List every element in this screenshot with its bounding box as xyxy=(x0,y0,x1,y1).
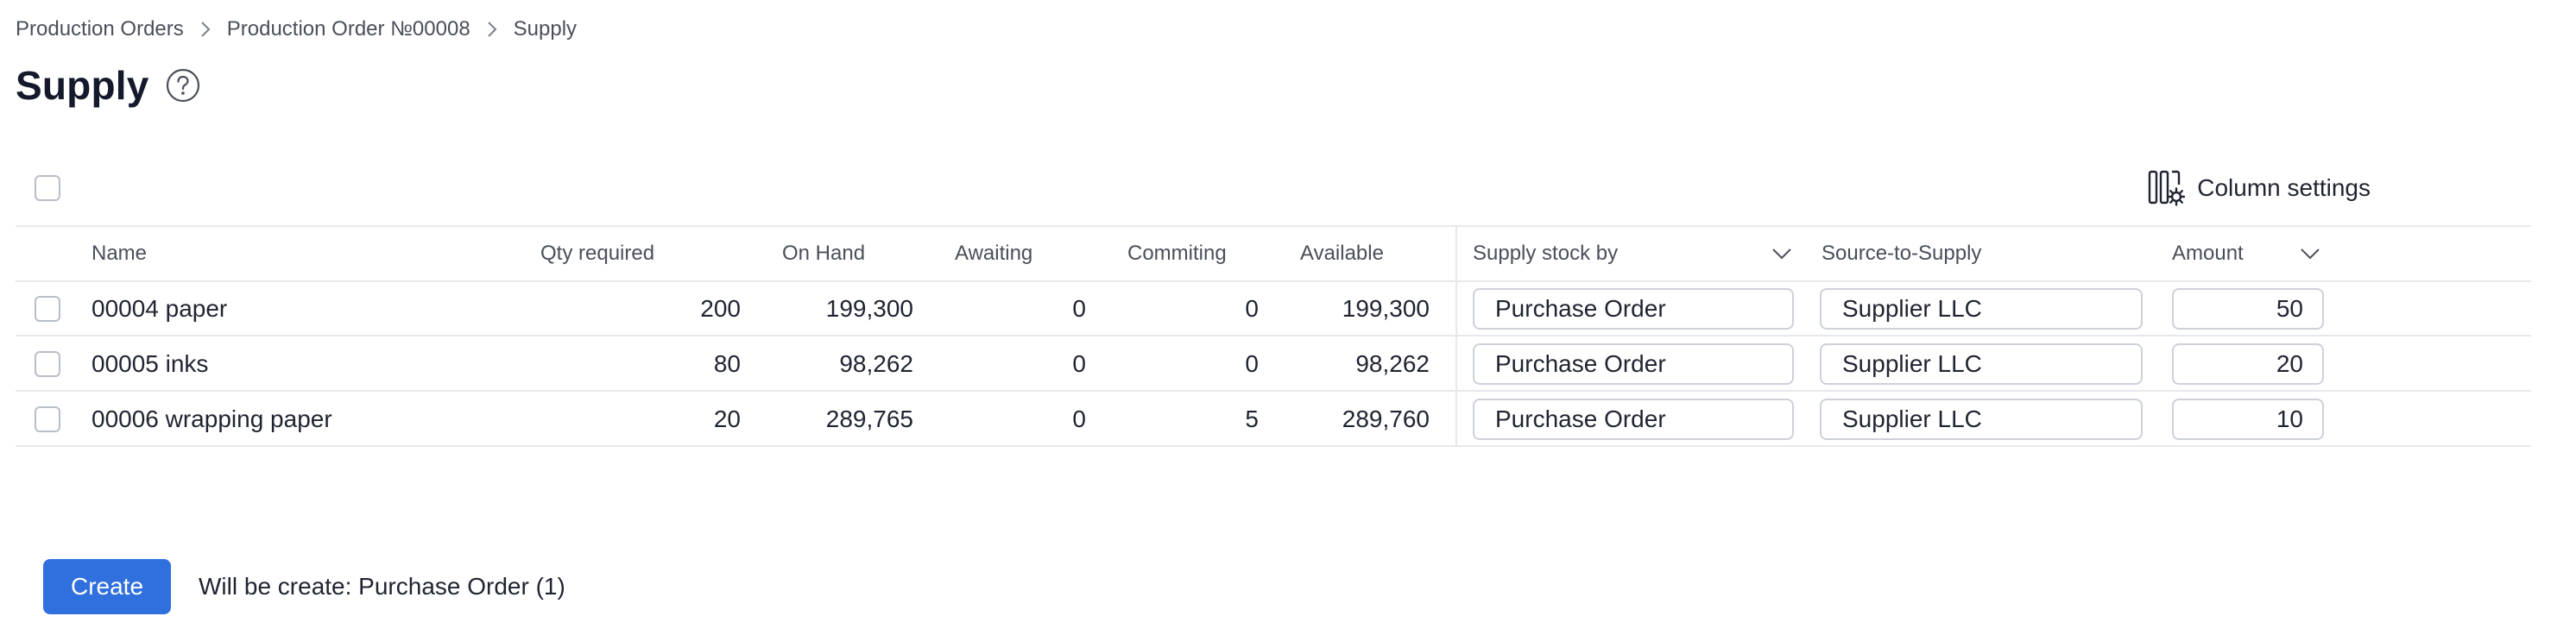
columns-gear-icon xyxy=(2149,170,2186,206)
page-header: Supply xyxy=(16,57,201,114)
col-header-supply-stock-by-label: Supply stock by xyxy=(1473,242,1619,265)
col-header-awaiting[interactable]: Awaiting xyxy=(955,238,1032,269)
breadcrumb-production-orders[interactable]: Production Orders xyxy=(16,17,184,41)
col-header-amount-label: Amount xyxy=(2172,242,2244,265)
cell-available: 98,262 xyxy=(1355,350,1430,377)
breadcrumb-supply: Supply xyxy=(513,17,578,41)
cell-name: 00006 wrapping paper xyxy=(92,406,332,432)
cell-qty-required: 80 xyxy=(713,350,741,377)
table-row: 00004 paper 200 199,300 0 0 199,300 Purc… xyxy=(0,281,2576,336)
table-row: 00005 inks 80 98,262 0 0 98,262 Purchase… xyxy=(0,336,2576,392)
column-settings-button[interactable]: Column settings xyxy=(2147,169,2371,207)
supply-stock-by-field[interactable]: Purchase Order xyxy=(1473,343,1794,385)
cell-name: 00005 inks xyxy=(92,350,209,377)
source-to-supply-field[interactable]: Supplier LLC xyxy=(1820,399,2143,440)
cell-awaiting: 0 xyxy=(1072,295,1086,322)
supply-stock-by-field[interactable]: Purchase Order xyxy=(1473,399,1794,440)
cell-awaiting: 0 xyxy=(1072,350,1086,377)
amount-field[interactable]: 10 xyxy=(2172,399,2324,440)
cell-qty-required: 200 xyxy=(700,295,741,322)
col-header-available[interactable]: Available xyxy=(1300,238,1384,269)
column-settings-label: Column settings xyxy=(2197,174,2371,201)
question-circle-icon[interactable] xyxy=(165,67,201,104)
breadcrumb-production-order[interactable]: Production Order №00008 xyxy=(227,17,470,41)
cell-on-hand: 199,300 xyxy=(825,295,913,322)
breadcrumb: Production Orders Production Order №0000… xyxy=(16,14,577,45)
col-header-source-to-supply[interactable]: Source-to-Supply xyxy=(1822,238,1981,269)
cell-on-hand: 289,765 xyxy=(825,406,913,432)
create-summary-text: Will be create: Purchase Order (1) xyxy=(199,573,565,600)
cell-name: 00004 paper xyxy=(92,295,228,322)
page-title: Supply xyxy=(16,63,149,108)
create-button[interactable]: Create xyxy=(43,559,171,614)
col-header-on-hand[interactable]: On Hand xyxy=(782,238,865,269)
row-checkbox[interactable] xyxy=(35,351,60,377)
col-header-commiting[interactable]: Commiting xyxy=(1127,238,1227,269)
row-checkbox[interactable] xyxy=(35,406,60,432)
col-header-name[interactable]: Name xyxy=(92,238,147,269)
supply-stock-by-field[interactable]: Purchase Order xyxy=(1473,288,1794,330)
table-top-divider xyxy=(16,225,2531,227)
cell-awaiting: 0 xyxy=(1072,406,1086,432)
row-checkbox[interactable] xyxy=(35,296,60,322)
amount-field[interactable]: 50 xyxy=(2172,288,2324,330)
chevron-down-icon[interactable] xyxy=(1771,247,1792,261)
col-header-supply-stock-by[interactable]: Supply stock by xyxy=(1473,238,1792,269)
cell-commiting: 0 xyxy=(1245,350,1259,377)
cell-qty-required: 20 xyxy=(713,406,741,432)
amount-field[interactable]: 20 xyxy=(2172,343,2324,385)
cell-commiting: 0 xyxy=(1245,295,1259,322)
table-row: 00006 wrapping paper 20 289,765 0 5 289,… xyxy=(0,392,2576,447)
cell-on-hand: 98,262 xyxy=(839,350,913,377)
cell-available: 199,300 xyxy=(1342,295,1430,322)
source-to-supply-field[interactable]: Supplier LLC xyxy=(1820,288,2143,330)
cell-available: 289,760 xyxy=(1342,406,1430,432)
cell-commiting: 5 xyxy=(1245,406,1259,432)
chevron-right-icon xyxy=(486,20,498,39)
col-header-qty-required[interactable]: Qty required xyxy=(540,238,654,269)
chevron-down-icon[interactable] xyxy=(2300,247,2320,261)
source-to-supply-field[interactable]: Supplier LLC xyxy=(1820,343,2143,385)
select-all-checkbox[interactable] xyxy=(35,175,60,201)
col-header-amount[interactable]: Amount xyxy=(2172,238,2327,269)
chevron-right-icon xyxy=(199,20,212,39)
